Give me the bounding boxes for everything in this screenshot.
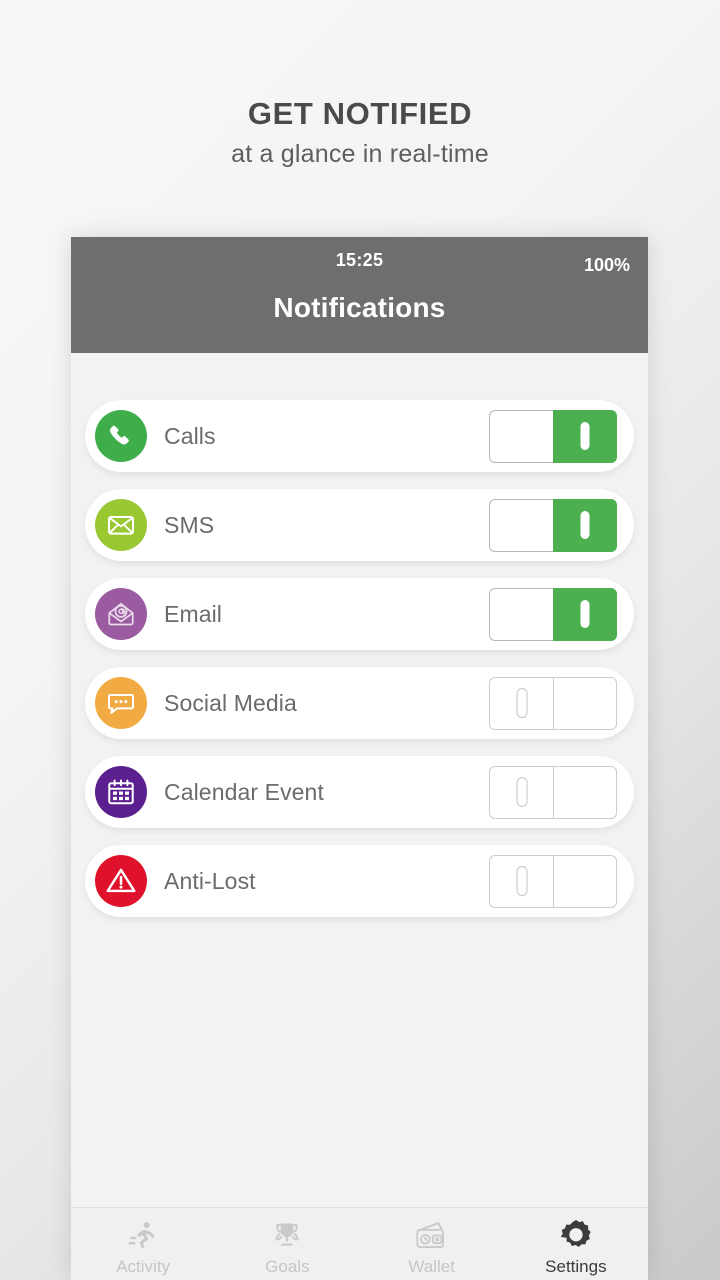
toggle-left-half[interactable] [489,498,553,552]
toggle-right-half[interactable] [553,409,617,463]
app-bar: 15:25 100% Notifications [71,237,648,353]
gear-icon [557,1216,595,1256]
notification-row[interactable]: Calendar Event [85,756,634,828]
notification-toggle[interactable] [489,587,617,641]
notification-label: Calls [164,422,216,449]
toggle-right-half[interactable] [553,854,617,908]
notification-toggle[interactable] [489,498,617,552]
notification-label: Anti-Lost [164,867,256,894]
toggle-knob [580,422,590,450]
warning-icon [95,855,147,907]
nav-tab-label: Wallet [408,1256,455,1276]
nav-tab-settings[interactable]: Settings [504,1208,648,1280]
runner-icon [126,1216,160,1256]
calendar-icon [95,766,147,818]
nav-tab-label: Settings [545,1256,607,1276]
toggle-left-half[interactable] [489,587,553,641]
trophy-icon [270,1216,304,1256]
toggle-left-half[interactable] [489,409,553,463]
phone-mockup: 15:25 100% Notifications Calls SMS Email So… [71,237,648,1280]
chat-bubble-icon [95,677,147,729]
nav-tab-wallet[interactable]: Wallet [360,1208,504,1280]
toggle-knob [516,866,527,896]
promo-heading: GET NOTIFIED at a glance in real-time [0,96,720,169]
status-battery: 100% [583,255,630,275]
toggle-right-half[interactable] [553,676,617,730]
notification-toggle[interactable] [489,765,617,819]
wallet-icon [414,1216,450,1256]
toggle-knob [516,777,527,807]
notification-toggle[interactable] [489,409,617,463]
nav-tab-label: Goals [265,1256,310,1276]
nav-tab-activity[interactable]: Activity [71,1208,215,1280]
notification-row[interactable]: Social Media [85,667,634,739]
phone-icon [95,410,147,462]
notification-label: Calendar Event [164,778,324,805]
bottom-navigation: Activity Goals Wallet Settings [71,1207,648,1280]
notification-label: Email [164,600,223,627]
toggle-knob [580,511,590,539]
notification-list: Calls SMS Email Social Media Calendar Event A… [71,353,648,917]
toggle-knob [580,600,590,628]
toggle-right-half[interactable] [553,765,617,819]
promo-title: GET NOTIFIED [247,96,473,131]
notification-row[interactable]: SMS [85,489,634,561]
toggle-right-half[interactable] [553,498,617,552]
notification-label: Social Media [164,689,297,716]
page-title: Notifications [273,292,446,323]
toggle-left-half[interactable] [489,765,553,819]
notification-row[interactable]: Anti-Lost [85,845,634,917]
toggle-left-half[interactable] [489,676,553,730]
status-time: 15:25 [335,250,384,270]
at-mail-icon [95,588,147,640]
envelope-icon [95,499,147,551]
nav-tab-goals[interactable]: Goals [215,1208,359,1280]
notification-toggle[interactable] [489,854,617,908]
notification-row[interactable]: Calls [85,400,634,472]
notification-row[interactable]: Email [85,578,634,650]
toggle-right-half[interactable] [553,587,617,641]
toggle-knob [516,688,527,718]
toggle-left-half[interactable] [489,854,553,908]
nav-tab-label: Activity [116,1256,171,1276]
notification-label: SMS [164,511,215,538]
notification-toggle[interactable] [489,676,617,730]
status-bar: 15:25 100% [71,237,648,281]
promo-subtitle: at a glance in real-time [231,139,489,168]
